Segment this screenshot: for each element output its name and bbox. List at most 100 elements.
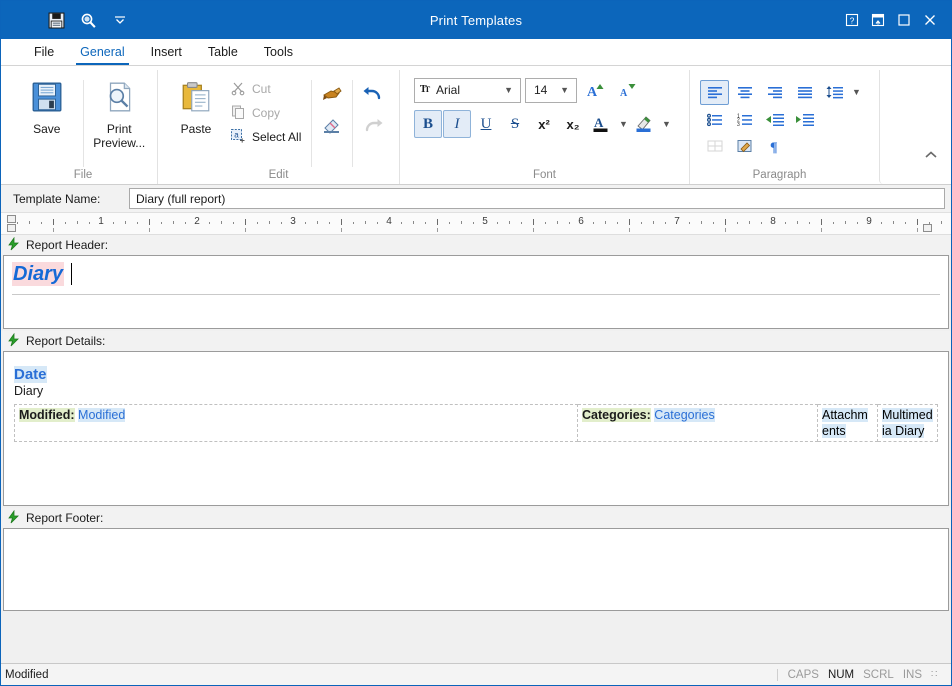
field-date[interactable]: Date (14, 366, 47, 383)
select-all-button[interactable]: a Select All (228, 126, 307, 148)
tab-tools[interactable]: Tools (251, 41, 306, 65)
ruler-dot (905, 222, 906, 224)
table-cell-modified[interactable]: Modified: Modified (13, 404, 579, 442)
status-ins[interactable]: INS (903, 669, 922, 681)
field-modified-value[interactable]: Modified (78, 408, 126, 422)
maximize-button[interactable] (891, 7, 917, 33)
floppy-disk-icon (30, 80, 64, 117)
collapse-ribbon-button[interactable] (921, 146, 941, 164)
strikethrough-button[interactable]: S (501, 110, 529, 138)
copy-button[interactable]: Copy (228, 102, 307, 124)
decrease-indent-button[interactable] (760, 107, 789, 132)
tab-general[interactable]: General (67, 41, 137, 65)
band-report-details-head[interactable]: Report Details: (1, 331, 951, 351)
bold-button[interactable]: B (414, 110, 442, 138)
status-scrl[interactable]: SCRL (863, 669, 894, 681)
band-report-header-body[interactable]: Diary (3, 255, 949, 329)
field-multimedia-value[interactable]: Multimedia Diary (881, 408, 933, 438)
ruler-dot (833, 222, 834, 224)
superscript-button[interactable]: x² (530, 110, 558, 138)
band-report-footer-head[interactable]: Report Footer: (1, 508, 951, 528)
font-name-combobox[interactable]: T T Arial ▼ (414, 77, 521, 103)
formatting-marks-button[interactable]: ¶ (760, 133, 789, 158)
details-table[interactable]: Modified: Modified Categories: Categorie… (13, 404, 939, 442)
ruler-dot (797, 221, 798, 224)
divider (311, 80, 313, 167)
chevron-down-icon[interactable]: ▼ (501, 85, 516, 95)
help-button[interactable]: ? (839, 7, 865, 33)
header-rule (12, 294, 940, 295)
format-painter-icon[interactable] (319, 80, 345, 106)
band-report-footer-body[interactable] (3, 528, 949, 611)
template-name-input[interactable]: Diary (full report) (129, 188, 945, 209)
highlight-color-chevron-down-icon[interactable]: ▼ (660, 110, 673, 138)
font-color-button[interactable]: A (588, 110, 616, 138)
grow-font-button[interactable]: A (581, 76, 609, 104)
numbered-list-button[interactable]: 123 (730, 107, 759, 132)
table-row[interactable]: Modified: Modified Categories: Categorie… (13, 404, 939, 442)
ruler-number: 3 (290, 216, 296, 227)
band-report-details-body[interactable]: Date Diary Modified: Modified Categories… (3, 351, 949, 506)
ruler-dot (269, 221, 270, 224)
bullet-list-button[interactable] (700, 107, 729, 132)
borders-button[interactable] (700, 133, 729, 158)
left-indent-marker-bottom[interactable] (7, 224, 16, 232)
underline-button[interactable]: U (472, 110, 500, 138)
align-right-button[interactable] (760, 80, 789, 105)
justify-button[interactable] (790, 80, 819, 105)
print-preview-button[interactable]: Print Preview... (88, 76, 152, 150)
ruler-tick-lower (629, 228, 630, 232)
table-cell-attachments[interactable]: Attachments (817, 404, 878, 442)
tab-file[interactable]: File (21, 41, 67, 65)
ribbon-tab-bar: File General Insert Table Tools (1, 39, 951, 66)
clear-formatting-icon[interactable] (319, 112, 345, 138)
redo-icon[interactable] (360, 112, 386, 138)
table-cell-multimedia[interactable]: Multimedia Diary (876, 404, 939, 442)
increase-indent-button[interactable] (790, 107, 819, 132)
paste-button[interactable]: Paste (164, 76, 228, 136)
svg-text:?: ? (850, 15, 855, 25)
tab-insert[interactable]: Insert (138, 41, 195, 65)
horizontal-ruler[interactable]: 1 2 3 4 5 6 7 8 9 (1, 213, 951, 235)
save-button[interactable]: Save (15, 76, 79, 136)
align-left-button[interactable] (700, 79, 729, 105)
line-spacing-button[interactable] (820, 80, 849, 105)
font-color-chevron-down-icon[interactable]: ▼ (617, 110, 630, 138)
shading-button[interactable] (730, 133, 759, 158)
field-categories-value[interactable]: Categories (654, 408, 715, 422)
band-report-footer-label: Report Footer: (26, 511, 104, 525)
font-size-combobox[interactable]: 14 ▼ (525, 77, 577, 103)
save-icon[interactable] (45, 9, 67, 31)
ribbon-group-font-label: Font (532, 169, 556, 181)
ruler-dot (737, 222, 738, 224)
customize-qat-icon[interactable] (109, 9, 131, 31)
shrink-font-button[interactable]: A (613, 76, 641, 104)
ruler-dot (545, 222, 546, 224)
table-cell-categories[interactable]: Categories: Categories (577, 404, 818, 442)
chevron-down-icon[interactable]: ▼ (557, 85, 572, 95)
close-button[interactable] (917, 7, 943, 33)
undo-icon[interactable] (360, 80, 386, 106)
print-templates-window: Print Templates ? File General Insert Ta… (0, 0, 952, 686)
band-report-header-head[interactable]: Report Header: (1, 235, 951, 255)
ribbon-display-options-button[interactable] (865, 7, 891, 33)
tab-table[interactable]: Table (195, 41, 251, 65)
left-indent-marker[interactable] (7, 215, 16, 223)
cut-button[interactable]: Cut (228, 78, 307, 100)
italic-button[interactable]: I (443, 110, 471, 138)
ruler-dot (65, 222, 66, 224)
right-indent-marker[interactable] (923, 224, 932, 232)
ruler-dot (881, 222, 882, 224)
ruler-number: 6 (578, 216, 584, 227)
highlight-color-button[interactable] (631, 110, 659, 138)
subscript-button[interactable]: x₂ (559, 110, 587, 138)
align-center-button[interactable] (730, 80, 759, 105)
status-num[interactable]: NUM (828, 669, 854, 681)
line-spacing-chevron-down-icon[interactable]: ▼ (850, 78, 863, 106)
field-attachments-value[interactable]: Attachments (822, 408, 868, 438)
print-preview-icon[interactable] (77, 9, 99, 31)
header-title-text[interactable]: Diary (12, 262, 65, 286)
status-caps[interactable]: CAPS (788, 669, 819, 681)
details-plain-text[interactable]: Diary (14, 384, 938, 398)
resize-grip-icon[interactable]: ∷ (931, 669, 943, 681)
